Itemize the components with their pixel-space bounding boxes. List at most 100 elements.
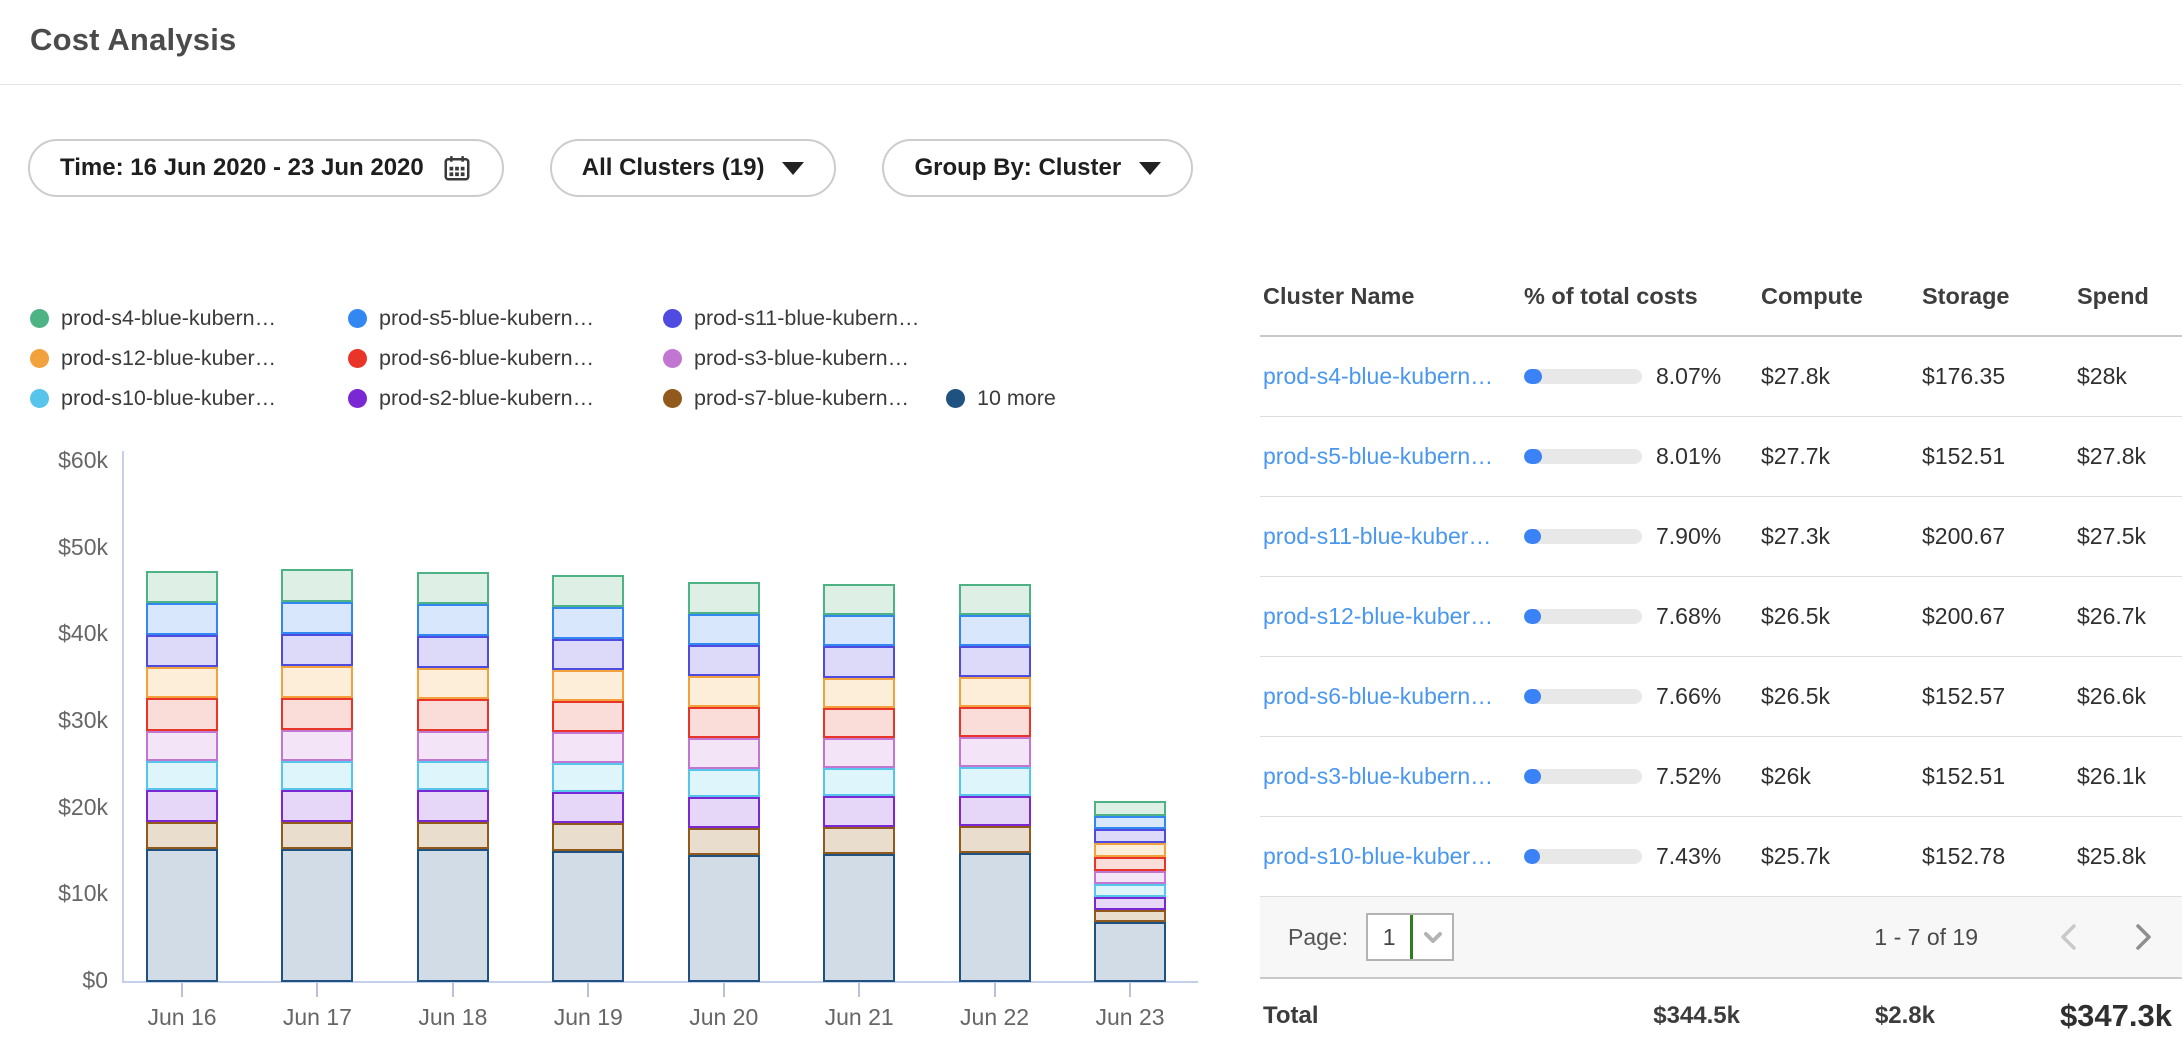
bar-segment-10-more: [959, 853, 1031, 982]
compute-cell: $27.7k: [1761, 443, 1922, 470]
cost-stacked-bar-chart: $0$10k$20k$30k$40k$50k$60kJun 16Jun 17Ju…: [0, 450, 1230, 1052]
bar-segment-prod-s7: [959, 826, 1031, 853]
cluster-name-cell: prod-s11-blue-kuber…: [1260, 523, 1524, 550]
storage-cell: $200.67: [1922, 523, 2077, 550]
bar-segment-prod-s5: [688, 614, 760, 645]
bar-segment-prod-s7: [823, 827, 895, 854]
spend-cell: $27.8k: [2077, 443, 2182, 470]
x-axis-label: Jun 22: [940, 1004, 1050, 1031]
group-by-dropdown[interactable]: Group By: Cluster: [882, 139, 1193, 197]
spend-cell: $25.8k: [2077, 843, 2182, 870]
legend-dot-icon: [663, 309, 682, 328]
filter-bar: Time: 16 Jun 2020 - 23 Jun 2020 All Clus…: [28, 139, 2182, 197]
y-axis-tick: $50k: [0, 534, 108, 561]
legend-dot-icon: [946, 389, 965, 408]
legend-dot-icon: [663, 349, 682, 368]
legend-label: prod-s6-blue-kubern…: [379, 346, 594, 371]
bar-segment-prod-s7: [1094, 910, 1166, 922]
cluster-name-link[interactable]: prod-s3-blue-kubern…: [1263, 763, 1493, 789]
total-storage: $2.8k: [1740, 1002, 1935, 1030]
table-row: prod-s6-blue-kubern…7.66%$26.5k$152.57$2…: [1260, 657, 2182, 737]
next-page-button[interactable]: [2130, 921, 2156, 953]
x-axis-tick: [316, 983, 318, 997]
bar-segment-prod-s11: [552, 639, 624, 670]
percent-progress-bar: [1524, 529, 1642, 544]
bar-segment-prod-s5: [146, 603, 218, 635]
legend-dot-icon: [30, 309, 49, 328]
legend-item-prod-s11: prod-s11-blue-kubern…: [663, 306, 919, 331]
bar-segment-prod-s10: [417, 761, 489, 790]
percent-progress-fill: [1524, 449, 1542, 464]
table-row: prod-s3-blue-kubern…7.52%$26k$152.51$26.…: [1260, 737, 2182, 817]
percent-progress-bar: [1524, 849, 1642, 864]
percent-progress-fill: [1524, 689, 1541, 704]
legend-label: prod-s10-blue-kuber…: [61, 386, 276, 411]
stacked-bar-jun-16: [146, 571, 218, 982]
bar-segment-prod-s10: [823, 768, 895, 797]
bar-segment-prod-s4: [1094, 801, 1166, 816]
bar-segment-10-more: [281, 849, 353, 982]
cluster-name-link[interactable]: prod-s6-blue-kubern…: [1263, 683, 1493, 709]
total-compute: $344.5k: [1524, 1002, 1740, 1030]
bar-segment-prod-s12: [146, 667, 218, 698]
storage-cell: $200.67: [1922, 603, 2077, 630]
percent-value: 7.52%: [1656, 763, 1721, 790]
cluster-name-link[interactable]: prod-s11-blue-kuber…: [1263, 523, 1491, 549]
page-title: Cost Analysis: [30, 22, 2182, 58]
bar-segment-prod-s6: [688, 707, 760, 738]
bar-segment-10-more: [688, 855, 760, 982]
x-axis-tick: [1129, 983, 1131, 997]
cluster-name-link[interactable]: prod-s4-blue-kubern…: [1263, 363, 1493, 389]
cluster-name-link[interactable]: prod-s10-blue-kuber…: [1263, 843, 1493, 869]
time-range-button[interactable]: Time: 16 Jun 2020 - 23 Jun 2020: [28, 139, 504, 197]
chevron-down-icon: [1139, 162, 1161, 175]
bar-segment-prod-s5: [823, 615, 895, 646]
compute-cell: $27.8k: [1761, 363, 1922, 390]
legend-label: prod-s4-blue-kubern…: [61, 306, 276, 331]
page-select[interactable]: 1: [1366, 913, 1454, 961]
x-axis-label: Jun 21: [804, 1004, 914, 1031]
bar-segment-prod-s3: [959, 737, 1031, 766]
x-axis-tick: [452, 983, 454, 997]
legend-label: prod-s12-blue-kuber…: [61, 346, 276, 371]
bar-segment-prod-s2: [959, 796, 1031, 826]
bar-segment-prod-s11: [417, 636, 489, 668]
previous-page-button[interactable]: [2056, 921, 2082, 953]
bar-segment-prod-s11: [281, 634, 353, 666]
stacked-bar-jun-22: [959, 584, 1031, 982]
bar-segment-prod-s5: [1094, 816, 1166, 830]
legend-item-prod-s12: prod-s12-blue-kuber…: [30, 346, 348, 371]
legend-dot-icon: [30, 349, 49, 368]
bar-segment-prod-s7: [146, 822, 218, 850]
cluster-name-link[interactable]: prod-s12-blue-kuber…: [1263, 603, 1493, 629]
legend-dot-icon: [348, 309, 367, 328]
bar-segment-prod-s10: [552, 763, 624, 792]
percent-progress-fill: [1524, 849, 1540, 864]
storage-cell: $152.51: [1922, 763, 2077, 790]
y-axis-tick: $30k: [0, 707, 108, 734]
cluster-name-cell: prod-s6-blue-kubern…: [1260, 683, 1524, 710]
clusters-dropdown[interactable]: All Clusters (19): [550, 139, 837, 197]
page-label: Page:: [1288, 924, 1348, 951]
column-header-compute: Compute: [1761, 283, 1922, 310]
x-axis-tick: [723, 983, 725, 997]
percent-progress-bar: [1524, 769, 1642, 784]
y-axis-line: [122, 451, 124, 983]
storage-cell: $152.78: [1922, 843, 2077, 870]
group-by-dropdown-label: Group By: Cluster: [914, 154, 1121, 182]
legend-item-prod-s2: prod-s2-blue-kubern…: [348, 386, 663, 411]
bar-segment-prod-s3: [552, 732, 624, 762]
bar-segment-prod-s2: [1094, 897, 1166, 910]
cluster-name-link[interactable]: prod-s5-blue-kubern…: [1263, 443, 1493, 469]
chevron-left-icon: [2056, 921, 2082, 953]
legend-item-prod-s10: prod-s10-blue-kuber…: [30, 386, 348, 411]
bar-segment-prod-s12: [823, 678, 895, 708]
compute-cell: $26.5k: [1761, 603, 1922, 630]
legend-dot-icon: [663, 389, 682, 408]
chart-legend: prod-s4-blue-kubern…prod-s5-blue-kubern……: [30, 298, 1230, 418]
bar-segment-prod-s2: [417, 790, 489, 821]
bar-segment-prod-s7: [417, 822, 489, 850]
percent-progress-fill: [1524, 769, 1541, 784]
spend-cell: $26.6k: [2077, 683, 2182, 710]
table-row: prod-s4-blue-kubern…8.07%$27.8k$176.35$2…: [1260, 337, 2182, 417]
